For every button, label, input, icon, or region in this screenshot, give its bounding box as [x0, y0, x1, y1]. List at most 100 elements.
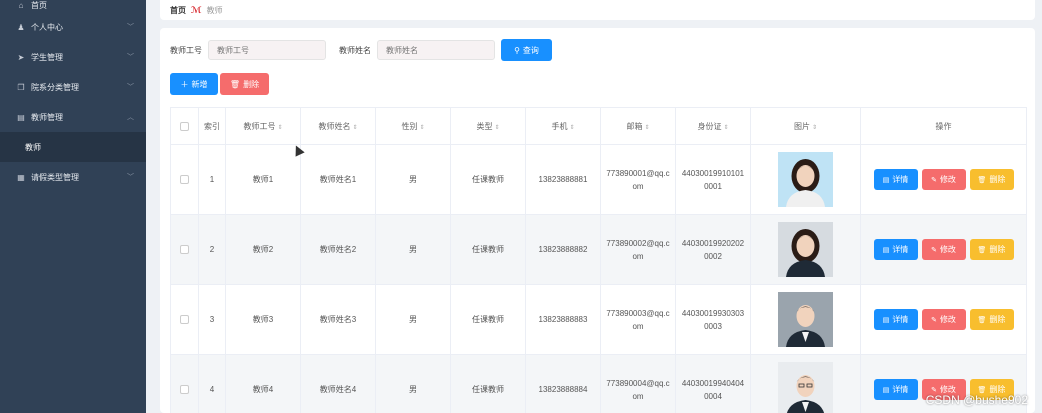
header-actions: 操作 [860, 107, 1027, 145]
main-panel: 教师工号 教师姓名 ⚲查询 ＋新增 🗑删除 索引 教师工号⇕ 教师姓名⇕ 性别⇕… [160, 28, 1035, 413]
pencil-icon: ✎ [931, 316, 937, 324]
add-button-label: 新增 [191, 79, 208, 89]
table-row: 2 教师2 教师姓名2 男 任课教师 13823888882 773890002… [170, 214, 1027, 285]
sidebar-item[interactable]: ▦ 请假类型管理 ﹀ [0, 162, 146, 192]
sidebar-item-label: 个人中心 [31, 22, 63, 32]
search-form: 教师工号 教师姓名 ⚲查询 [170, 39, 552, 61]
header-email-label: 邮箱 [626, 121, 643, 131]
detail-button[interactable]: ▤ 详情 [873, 309, 918, 330]
female-portrait-dark-icon [778, 222, 833, 277]
header-id-card[interactable]: 身份证 ⇕ [675, 107, 751, 145]
bank-icon: ▤ [17, 112, 25, 122]
plus-icon: ＋ [180, 79, 189, 89]
select-all-checkbox[interactable] [180, 121, 189, 131]
sidebar-item-label: 请假类型管理 [31, 172, 79, 182]
header-id-card-label: 身份证 [697, 121, 722, 131]
sidebar-item[interactable]: ▤ 教师管理 ︿ [0, 102, 146, 132]
cell-teacher-id: 教师4 [225, 354, 301, 413]
trash-icon: 🗑 [977, 316, 987, 324]
delete-row-button[interactable]: 🗑 删除 [969, 169, 1014, 190]
header-teacher-name[interactable]: 教师姓名 ⇕ [300, 107, 376, 145]
sort-icon[interactable]: ⇕ [277, 125, 282, 131]
id-card-text: 440300199101010001 [681, 168, 745, 191]
id-card-text: 440300199404040004 [681, 378, 745, 401]
breadcrumb-home[interactable]: 首页 [170, 5, 186, 16]
cell-photo [750, 144, 861, 215]
sort-icon[interactable]: ⇕ [419, 125, 424, 131]
document-icon: ▤ [882, 176, 890, 184]
row-select-cell [170, 144, 199, 215]
chevron-down-icon: ﹀ [127, 24, 134, 31]
cell-actions: ▤ 详情 ✎ 修改 🗑 删除 [860, 284, 1027, 355]
cell-phone: 13823888884 [525, 354, 601, 413]
cell-teacher-id: 教师3 [225, 284, 301, 355]
detail-button[interactable]: ▤ 详情 [873, 169, 918, 190]
edit-button-label: 修改 [939, 245, 956, 254]
sort-icon[interactable]: ⇕ [352, 125, 357, 131]
sidebar-item[interactable]: ⌂ 首页 [0, 0, 146, 12]
add-button[interactable]: ＋新增 [170, 73, 218, 95]
detail-button[interactable]: ▤ 详情 [873, 379, 918, 400]
chevron-down-icon: ﹀ [127, 54, 134, 61]
table-header-row: 索引 教师工号 ⇕ 教师姓名 ⇕ 性别 ⇕ 类型 ⇕ 手机 ⇕ 邮箱 ⇕ 身份证 ⇕ 图片 ⇕ … [170, 107, 1027, 145]
cell-index: 1 [198, 144, 226, 215]
copy-icon: ❐ [17, 82, 25, 92]
edit-button-label: 修改 [939, 175, 956, 184]
sort-icon[interactable]: ⇕ [812, 125, 817, 131]
sort-icon[interactable]: ⇕ [723, 125, 728, 131]
row-checkbox[interactable] [180, 245, 189, 255]
cell-photo [750, 354, 861, 413]
id-card-text: 440300199303030003 [681, 308, 745, 331]
header-photo[interactable]: 图片 ⇕ [750, 107, 861, 145]
edit-button[interactable]: ✎ 修改 [921, 239, 966, 260]
email-text: 773890004@qq.com [606, 378, 670, 401]
cell-gender: 男 [375, 284, 451, 355]
header-type-label: 类型 [476, 121, 493, 131]
header-type[interactable]: 类型 ⇕ [450, 107, 526, 145]
header-email[interactable]: 邮箱 ⇕ [600, 107, 676, 145]
user-icon: ♟ [17, 22, 25, 32]
document-icon: ▤ [882, 316, 890, 324]
teacher-id-label: 教师工号 [170, 45, 202, 55]
sidebar-subitem[interactable]: 教师 [0, 132, 146, 162]
teacher-name-input[interactable] [377, 40, 495, 60]
home-icon: ⌂ [18, 0, 24, 10]
batch-delete-button[interactable]: 🗑 删除 [220, 73, 269, 95]
id-card-text: 440300199202020002 [681, 238, 745, 261]
cell-email: 773890003@qq.com [600, 284, 676, 355]
teacher-id-input[interactable] [208, 40, 326, 60]
query-button-label: 查询 [522, 45, 539, 55]
cell-email: 773890004@qq.com [600, 354, 676, 413]
trash-icon: 🗑 [229, 79, 241, 89]
row-checkbox[interactable] [180, 315, 189, 325]
cell-phone: 13823888881 [525, 144, 601, 215]
delete-row-button[interactable]: 🗑 删除 [969, 309, 1014, 330]
sort-icon[interactable]: ⇕ [494, 125, 499, 131]
query-button[interactable]: ⚲ 查询 [501, 39, 552, 61]
edit-button[interactable]: ✎ 修改 [921, 309, 966, 330]
sort-icon[interactable]: ⇕ [569, 125, 574, 131]
sidebar-item[interactable]: ➤ 学生管理 ﹀ [0, 42, 146, 72]
cell-id-card: 440300199404040004 [675, 354, 751, 413]
header-teacher-id-label: 教师工号 [243, 121, 276, 131]
edit-button[interactable]: ✎ 修改 [921, 169, 966, 190]
search-icon: ⚲ [514, 45, 520, 55]
sidebar-item-label: 院系分类管理 [31, 82, 79, 92]
row-select-cell [170, 284, 199, 355]
sidebar-item[interactable]: ❐ 院系分类管理 ﹀ [0, 72, 146, 102]
sidebar-item[interactable]: ♟ 个人中心 ﹀ [0, 12, 146, 42]
row-checkbox[interactable] [180, 175, 189, 185]
cell-gender: 男 [375, 144, 451, 215]
cell-email: 773890001@qq.com [600, 144, 676, 215]
delete-row-button[interactable]: 🗑 删除 [969, 239, 1014, 260]
detail-button[interactable]: ▤ 详情 [873, 239, 918, 260]
header-gender[interactable]: 性别 ⇕ [375, 107, 451, 145]
cell-teacher-id: 教师1 [225, 144, 301, 215]
cell-photo [750, 284, 861, 355]
pencil-icon: ✎ [931, 176, 937, 184]
header-teacher-id[interactable]: 教师工号 ⇕ [225, 107, 301, 145]
sort-icon[interactable]: ⇕ [644, 125, 649, 131]
document-icon: ▤ [882, 246, 890, 254]
header-phone[interactable]: 手机 ⇕ [525, 107, 601, 145]
row-checkbox[interactable] [180, 385, 189, 395]
